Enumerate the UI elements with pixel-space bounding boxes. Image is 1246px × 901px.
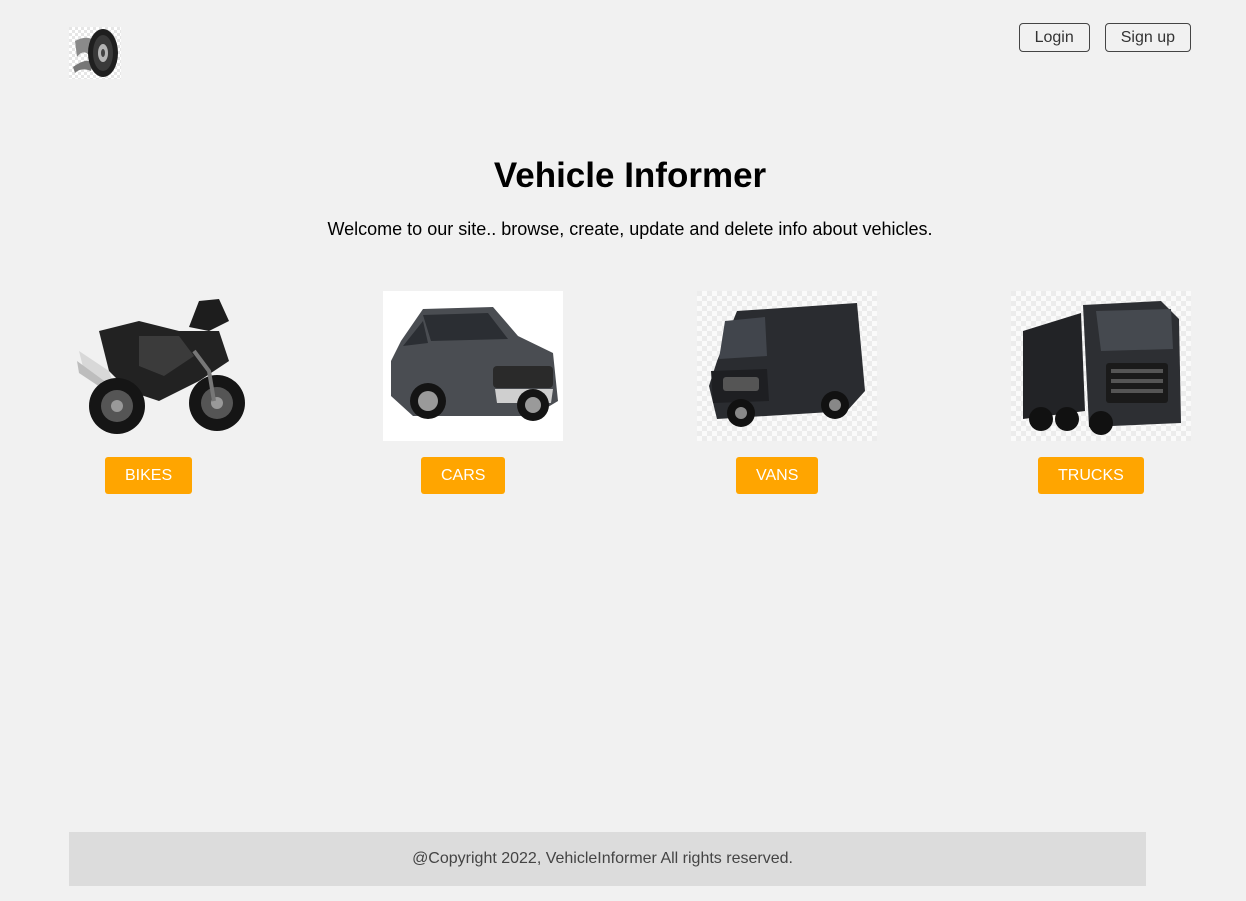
page-subtitle: Welcome to our site.. browse, create, up… <box>327 219 933 239</box>
tire-logo-icon[interactable] <box>69 27 121 79</box>
bikes-button[interactable]: BIKES <box>105 457 193 494</box>
category-card-cars: CARS <box>383 291 563 494</box>
trucks-button[interactable]: TRUCKS <box>1038 457 1144 494</box>
category-card-bikes: BIKES <box>69 291 249 494</box>
page-title: Vehicle Informer <box>493 156 767 195</box>
motorcycle-image[interactable] <box>69 291 249 441</box>
auth-buttons: Login Sign up <box>1018 23 1191 52</box>
login-button[interactable]: Login <box>1018 23 1090 52</box>
cars-button[interactable]: CARS <box>421 457 506 494</box>
copyright-text: @Copyright 2022, VehicleInformer All rig… <box>412 850 793 867</box>
footer: @Copyright 2022, VehicleInformer All rig… <box>69 832 1146 886</box>
category-card-trucks: TRUCKS <box>1011 291 1191 494</box>
vans-button[interactable]: VANS <box>736 457 819 494</box>
category-card-vans: VANS <box>697 291 877 494</box>
page: Login Sign up Vehicle Informer Welcome t… <box>0 0 1246 901</box>
signup-button[interactable]: Sign up <box>1104 23 1191 52</box>
van-image[interactable] <box>697 291 877 441</box>
truck-image[interactable] <box>1011 291 1191 441</box>
car-image[interactable] <box>383 291 563 441</box>
